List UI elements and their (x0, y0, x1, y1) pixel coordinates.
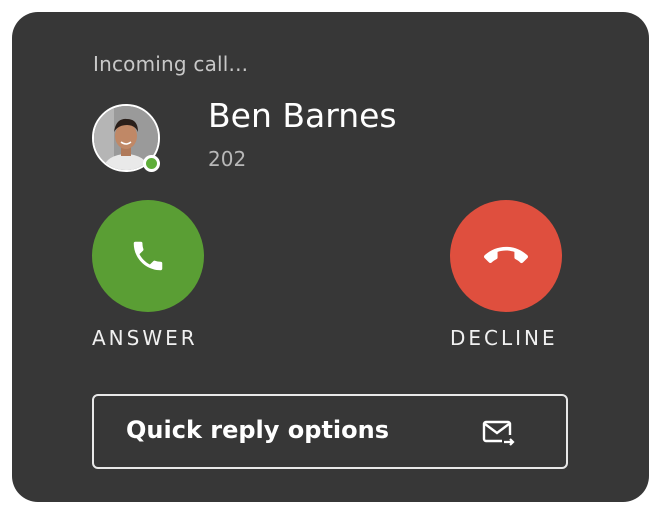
answer-button[interactable] (92, 200, 204, 312)
decline-button[interactable] (450, 200, 562, 312)
incoming-call-card: Incoming call... Ben Barnes 202 ANSWER D… (12, 12, 649, 502)
answer-label: ANSWER (92, 326, 198, 350)
caller-avatar-container (92, 104, 160, 172)
phone-icon (133, 241, 163, 271)
decline-label: DECLINE (450, 326, 558, 350)
hang-up-icon (484, 246, 528, 264)
quick-reply-button[interactable]: Quick reply options (92, 394, 568, 469)
call-status-text: Incoming call... (93, 52, 249, 76)
caller-name: Ben Barnes (208, 96, 397, 135)
quick-reply-label: Quick reply options (126, 416, 390, 444)
caller-extension: 202 (208, 147, 247, 171)
mail-reply-icon (482, 420, 515, 446)
presence-online-dot (143, 155, 160, 172)
